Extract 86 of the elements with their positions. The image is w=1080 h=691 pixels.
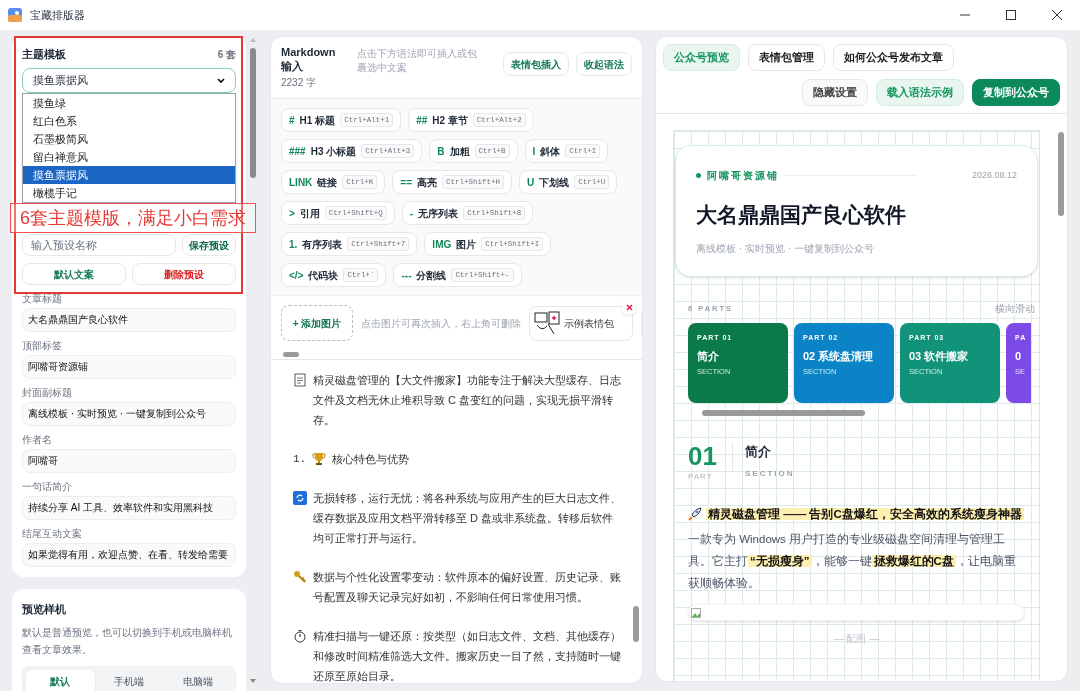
hint-text: 横向滑动 — [995, 302, 1035, 316]
tab[interactable]: 表情包管理 — [748, 44, 825, 71]
default-text-button[interactable]: 默认文案 — [22, 263, 126, 285]
dropdown-option[interactable]: 橄榄手记 — [23, 184, 235, 202]
word-count: 2232 字 — [281, 76, 318, 90]
text-field[interactable]: 大名鼎鼎国产良心软件 — [22, 308, 236, 332]
paragraph-text: 精灵磁盘管理的【大文件搬家】功能专注于解决大型缓存、日志文件及文档无休止堆积导致 C 盘变红的问题，实现无损平滑转存。 — [313, 373, 622, 428]
date-text: 2026.08.12 — [971, 168, 1017, 182]
scrollbar-thumb[interactable] — [1058, 132, 1064, 216]
add-image-button[interactable]: + 添加图片 — [281, 305, 353, 341]
maximize-icon — [1006, 10, 1016, 20]
description-text: 默认是普通预览，也可以切换到手机或电脑样机查看文章效果。 — [22, 625, 233, 657]
chevron-down-icon — [217, 77, 225, 84]
action-button[interactable]: 隐藏设置 — [802, 79, 868, 106]
text-field[interactable]: 如果觉得有用，欢迎点赞、在看、转发给需要 — [22, 543, 236, 567]
toolbar-button[interactable]: 表情包插入 — [503, 52, 569, 76]
field-label: 文章标题 — [22, 293, 63, 305]
action-button[interactable]: 复制到公众号 — [972, 79, 1060, 106]
rocket-icon — [688, 507, 702, 521]
section-title: 预览样机 — [22, 602, 67, 617]
delete-button[interactable] — [622, 300, 636, 315]
tag-text: 阿嘴哥资源铺 — [707, 169, 779, 183]
key-icon — [293, 570, 307, 584]
section-number: 01 — [688, 443, 717, 469]
panel-title: Markdown 输入 — [281, 45, 337, 73]
count-label: 6 套 — [217, 47, 236, 62]
scrollbar-thumb[interactable] — [283, 352, 299, 357]
dropdown-option[interactable]: 摸鱼票据风 — [23, 166, 235, 184]
part-title: 03 软件搬家 — [909, 348, 970, 364]
scrollbar-thumb[interactable] — [633, 606, 639, 642]
trophy-icon — [312, 452, 327, 466]
list-number: 1. — [293, 452, 307, 467]
segment-tab[interactable]: 手机端 — [94, 669, 164, 691]
paragraph-text: 无损转移，运行无忧：将各种系统与应用产生的巨大日志文件、缓存数据及应用文档平滑转移至 D 盘或非系统盘。转移后软件均可正常打开与运行。 — [313, 491, 622, 546]
paragraph-text: 核心特色与优势 — [332, 452, 411, 467]
action-button[interactable]: 载入语法示例 — [876, 79, 964, 106]
part-title: 简介 — [697, 348, 720, 364]
paragraph-text: 一款专为 Windows 用户打造的专业级磁盘空间清理与管理工具。它主打 “无损瘦身” ，能够一键 拯救爆红的C盘 ，让电脑重获顺畅体验。 — [688, 532, 1017, 591]
save-preset-button[interactable]: 保存预设 — [182, 234, 236, 256]
theme-select[interactable]: 摸鱼票据风 — [22, 68, 236, 93]
part-title: 0 — [1015, 348, 1023, 364]
section-title: 主题模板 — [22, 46, 66, 62]
sticker-icon — [534, 310, 560, 336]
field-label: 封面副标题 — [22, 387, 73, 399]
close-icon — [625, 304, 633, 311]
window-title: 宝藏排版器 — [30, 7, 85, 23]
section-title: 简介 — [745, 444, 772, 461]
paragraph-text: 精灵磁盘管理 —— 告别C盘爆红，安全高效的系统瘦身神器 — [706, 506, 1024, 522]
sticker-label: 示例表情包 — [564, 316, 614, 331]
preset-name-input[interactable]: 输入预设名称 — [22, 234, 176, 256]
paragraph-text: 数据与个性化设置零变动：软件原本的偏好设置、历史记录、账号配置及聊天记录完好如初，不影响任何日常使用习惯。 — [313, 570, 622, 605]
dropdown-option[interactable]: 红白色系 — [23, 112, 235, 130]
segment-tab[interactable]: 默认 — [26, 669, 95, 691]
text-field[interactable]: 持续分享 AI 工具、效率软件和实用黑科技 — [22, 496, 236, 520]
tab[interactable]: 如何公众号发布文章 — [833, 44, 954, 71]
field-label: 顶部标签 — [22, 340, 63, 352]
part-title: 02 系统盘清理 — [803, 348, 875, 364]
paragraph-text: 精准扫描与一键还原：按类型（如日志文件、文档、其他缓存）和修改时间精准筛选大文件。搬家历史一目了然，支持随时一键还原至原始目录。 — [313, 629, 622, 683]
text-field[interactable]: 阿嘴哥 — [22, 449, 236, 473]
cover-subtitle: 离线模板 · 实时预览 · 一键复制到公众号 — [696, 241, 875, 256]
tab[interactable]: 公众号预览 — [663, 44, 740, 71]
dropdown-option[interactable]: 石墨极简风 — [23, 130, 235, 148]
field-label: 作者名 — [22, 434, 53, 446]
scrollbar-thumb[interactable] — [250, 48, 256, 178]
document-icon — [293, 373, 307, 387]
part-label: PART — [688, 471, 713, 483]
broken-image-icon — [691, 607, 701, 618]
text-field[interactable]: 阿嘴哥资源铺 — [22, 355, 236, 379]
hint-text: 点击图片可再次插入，右上角可删除 — [361, 316, 521, 331]
segment-tab[interactable]: 电脑端 — [163, 669, 232, 691]
app-icon — [8, 8, 22, 22]
field-label: 结尾互动文案 — [22, 528, 83, 540]
scrollbar-thumb[interactable] — [702, 410, 865, 416]
stopwatch-icon — [293, 629, 307, 643]
dropdown-option[interactable]: 摸鱼绿 — [23, 94, 235, 112]
close-icon — [1052, 10, 1062, 20]
text-field[interactable]: 离线模板 · 实时预览 · 一键复制到公众号 — [22, 402, 236, 426]
section-subtitle: SECTION — [745, 467, 795, 480]
dot-icon — [696, 173, 701, 178]
hint-text: 点击下方语法即可插入或包裹选中文案 — [357, 47, 478, 75]
toolbar-button[interactable]: 收起语法 — [576, 52, 632, 76]
refresh-icon — [293, 491, 307, 505]
field-label: 一句话简介 — [22, 481, 73, 493]
cover-title: 大名鼎鼎国产良心软件 — [696, 202, 907, 228]
delete-preset-button[interactable]: 删除预设 — [132, 263, 236, 285]
dropdown-option[interactable]: 留白禅意风 — [23, 148, 235, 166]
